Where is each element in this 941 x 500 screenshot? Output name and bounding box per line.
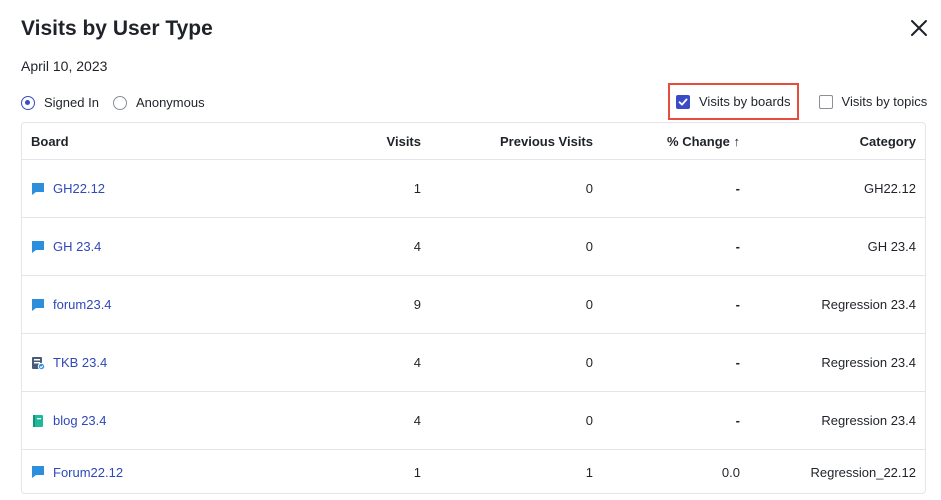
cell-category: Regression 23.4 xyxy=(749,275,925,334)
table-row: blog 23.4 4 0- Regression 23.4 xyxy=(22,391,925,450)
blog-icon xyxy=(31,414,45,428)
cell-board: blog 23.4 xyxy=(22,391,300,450)
cell-board: GH22.12 xyxy=(22,159,300,218)
table-body: GH22.12 1 0- GH22.12 GH 23.4 4 0- GH 23.4 forum2… xyxy=(22,159,925,494)
tkb-icon xyxy=(31,356,46,370)
cell-percent-change: 0.0 xyxy=(721,464,740,480)
report-date: April 10, 2023 xyxy=(21,58,108,74)
cell-previous-visits: 0 xyxy=(430,217,602,276)
cell-previous-visits: 0 xyxy=(430,391,602,450)
cell-percent-change: - xyxy=(602,391,749,450)
checkbox-unchecked[interactable] xyxy=(818,94,833,109)
view-mode-checkbox-group: Visits by boards Visits by topics xyxy=(668,83,927,120)
radio-anonymous[interactable]: Anonymous xyxy=(112,95,205,110)
sort-ascending-icon: ↑ xyxy=(733,133,741,149)
radio-signed-in[interactable]: Signed In xyxy=(21,95,99,110)
table-row: Forum22.12 1 1 0.0 Regression_22.12 xyxy=(22,450,925,494)
forum-icon xyxy=(31,298,45,312)
cell-visits: 4 xyxy=(300,391,430,450)
cell-category: Regression 23.4 xyxy=(749,391,925,450)
table-row: forum23.4 9 0- Regression 23.4 xyxy=(22,275,925,334)
forum-icon xyxy=(31,465,45,479)
radio-button[interactable] xyxy=(112,95,127,110)
cell-category: Regression 23.4 xyxy=(749,333,925,392)
cell-percent-change: - xyxy=(602,217,749,276)
radio-label: Anonymous xyxy=(135,95,205,110)
cell-percent-change: - xyxy=(602,333,749,392)
table-row: TKB 23.4 4 0- Regression 23.4 xyxy=(22,333,925,392)
table-header-row: Board Visits Previous Visits % Change ↑ … xyxy=(22,123,925,160)
visits-table-container: Board Visits Previous Visits % Change ↑ … xyxy=(21,122,926,494)
cell-board: forum23.4 xyxy=(22,275,300,334)
cell-category: Regression_22.12 xyxy=(810,464,916,480)
header-previous-visits[interactable]: Previous Visits xyxy=(430,123,602,160)
visits-table: Board Visits Previous Visits % Change ↑ … xyxy=(22,123,925,494)
cell-percent-change: - xyxy=(602,275,749,334)
cell-board: TKB 23.4 xyxy=(22,333,300,392)
dialog-title: Visits by User Type xyxy=(21,17,213,40)
radio-button-selected[interactable] xyxy=(21,95,35,110)
checkmark-icon xyxy=(678,98,688,105)
cell-board: GH 23.4 xyxy=(22,217,300,276)
board-link[interactable]: GH22.12 xyxy=(53,181,105,196)
header-board[interactable]: Board xyxy=(22,123,300,160)
cell-board: Forum22.12 xyxy=(22,450,300,494)
close-icon xyxy=(911,20,927,36)
user-type-radio-group: Signed In Anonymous xyxy=(21,95,219,110)
table-row: GH 23.4 4 0- GH 23.4 xyxy=(22,217,925,276)
header-category[interactable]: Category xyxy=(749,123,925,160)
cell-visits: 4 xyxy=(300,333,430,392)
cell-visits: 1 xyxy=(413,464,421,480)
cell-visits: 9 xyxy=(300,275,430,334)
checkbox-visits-by-boards[interactable]: Visits by boards xyxy=(668,83,799,120)
checkbox-visits-by-topics[interactable]: Visits by topics xyxy=(818,94,928,109)
cell-visits: 1 xyxy=(300,159,430,218)
forum-icon xyxy=(31,182,45,196)
checkbox-label: Visits by topics xyxy=(841,94,928,109)
table-row: GH22.12 1 0- GH22.12 xyxy=(22,159,925,218)
checkbox-label: Visits by boards xyxy=(699,94,791,109)
cell-previous-visits: 0 xyxy=(430,275,602,334)
cell-previous-visits: 1 xyxy=(585,464,593,480)
checkbox-checked[interactable] xyxy=(676,94,690,109)
header-visits[interactable]: Visits xyxy=(300,123,430,160)
cell-visits: 4 xyxy=(300,217,430,276)
cell-category: GH 23.4 xyxy=(749,217,925,276)
board-link[interactable]: TKB 23.4 xyxy=(53,355,107,370)
forum-icon xyxy=(31,240,45,254)
header-percent-change-label: % Change xyxy=(667,133,730,149)
board-link[interactable]: forum23.4 xyxy=(53,297,112,312)
cell-previous-visits: 0 xyxy=(430,159,602,218)
cell-category: GH22.12 xyxy=(749,159,925,218)
board-link[interactable]: blog 23.4 xyxy=(53,413,107,428)
radio-label: Signed In xyxy=(44,95,99,110)
board-link[interactable]: Forum22.12 xyxy=(53,465,123,480)
close-button[interactable] xyxy=(908,17,930,39)
cell-percent-change: - xyxy=(602,159,749,218)
board-link[interactable]: GH 23.4 xyxy=(53,239,101,254)
visits-by-user-type-dialog: Visits by User Type April 10, 2023 Signe… xyxy=(0,0,941,500)
header-percent-change[interactable]: % Change ↑ xyxy=(602,123,749,160)
cell-previous-visits: 0 xyxy=(430,333,602,392)
